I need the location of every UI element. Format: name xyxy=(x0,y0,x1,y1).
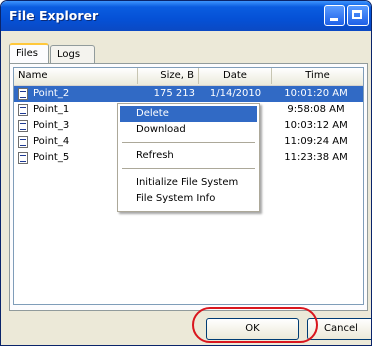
minimize-button[interactable] xyxy=(324,5,345,26)
file-time: 11:23:38 AM xyxy=(284,152,348,163)
menu-item-initialize-file-system[interactable]: Initialize File System xyxy=(120,175,257,191)
title-bar[interactable]: File Explorer xyxy=(1,1,371,31)
window-title: File Explorer xyxy=(9,8,99,23)
menu-item-file-system-info[interactable]: File System Info xyxy=(120,191,257,207)
menu-item-refresh[interactable]: Refresh xyxy=(120,148,257,164)
file-name: Point_4 xyxy=(33,136,70,147)
file-explorer-window: File Explorer Files Logs Name Size, B Da… xyxy=(0,0,372,346)
tab-files[interactable]: Files xyxy=(9,43,49,63)
file-time: 11:09:24 AM xyxy=(284,136,348,147)
column-header-time[interactable]: Time xyxy=(272,68,363,84)
table-row[interactable]: Point_2 175 213 1/14/2010 10:01:20 AM xyxy=(14,86,363,102)
context-menu: Delete Download Refresh Initialize File … xyxy=(117,103,260,212)
file-icon xyxy=(18,152,28,164)
menu-separator xyxy=(122,168,255,169)
minimize-icon xyxy=(330,18,338,21)
file-time: 10:03:12 AM xyxy=(284,120,348,131)
file-name: Point_1 xyxy=(33,104,70,115)
maximize-icon xyxy=(352,10,362,19)
menu-separator xyxy=(122,142,255,143)
file-time: 9:58:08 AM xyxy=(287,104,345,115)
file-icon xyxy=(18,104,28,116)
file-time: 10:01:20 AM xyxy=(284,88,348,99)
file-size: 175 213 xyxy=(153,88,195,99)
file-date: 1/14/2010 xyxy=(209,88,262,99)
tab-logs-label: Logs xyxy=(57,49,81,60)
list-header: Name Size, B Date Time xyxy=(14,68,363,86)
ok-button-highlight-circle xyxy=(192,307,318,343)
file-icon xyxy=(18,136,28,148)
maximize-button[interactable] xyxy=(347,5,369,26)
file-name: Point_2 xyxy=(33,88,70,99)
tab-files-label: Files xyxy=(16,48,38,59)
file-icon xyxy=(18,88,28,100)
file-name: Point_3 xyxy=(33,120,70,131)
file-name: Point_5 xyxy=(33,152,70,163)
column-header-date[interactable]: Date xyxy=(199,68,272,84)
column-header-name[interactable]: Name xyxy=(14,68,138,84)
file-icon xyxy=(18,120,28,132)
menu-item-download[interactable]: Download xyxy=(120,122,257,138)
menu-item-delete[interactable]: Delete xyxy=(120,106,257,122)
column-header-size[interactable]: Size, B xyxy=(138,68,199,84)
tab-logs[interactable]: Logs xyxy=(50,45,95,63)
